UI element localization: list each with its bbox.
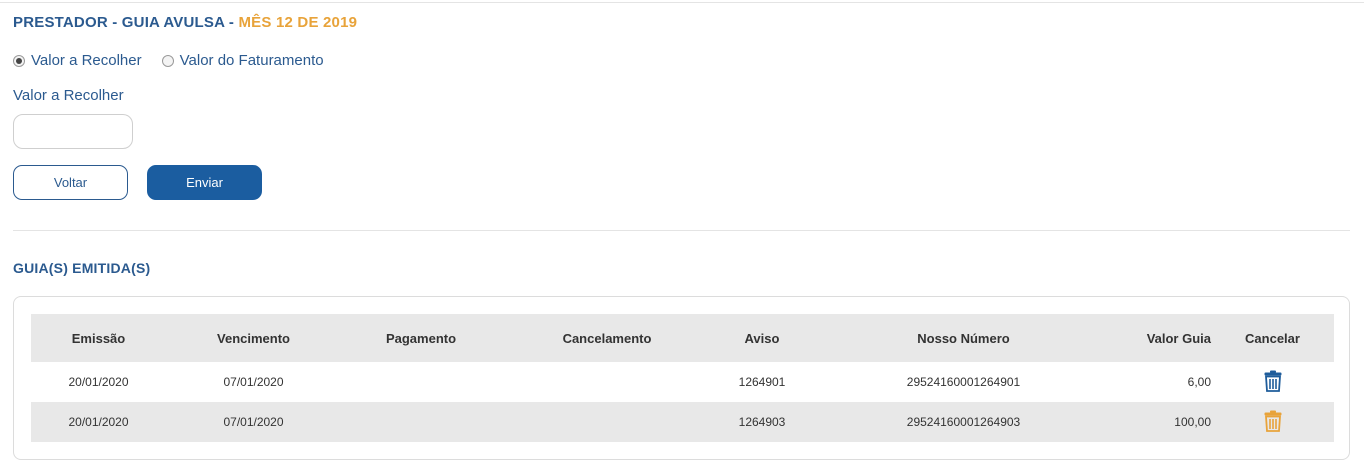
send-button[interactable]: Enviar: [147, 165, 262, 200]
cell-emissao: 20/01/2020: [68, 415, 129, 429]
radio-valor-a-recolher[interactable]: Valor a Recolher: [13, 52, 142, 69]
cell-pagamento: [341, 402, 501, 442]
valor-input[interactable]: [13, 114, 133, 149]
cell-nosso-numero: 29524160001264901: [906, 375, 1021, 389]
table-row: 20/01/2020 07/01/2020 1264901 2952416000…: [31, 362, 1334, 402]
valor-field-label: Valor a Recolher: [13, 87, 124, 104]
radio-valor-do-faturamento[interactable]: Valor do Faturamento: [161, 52, 324, 69]
cell-pagamento: [341, 362, 501, 402]
radio-button-checked[interactable]: [13, 54, 25, 67]
table-header-row: Emissão Vencimento Pagamento Cancelament…: [31, 314, 1334, 362]
trash-icon[interactable]: [1264, 370, 1282, 395]
section-divider: [13, 230, 1350, 231]
radio-label: Valor do Faturamento: [179, 52, 324, 69]
cell-nosso-numero: 29524160001264903: [906, 415, 1021, 429]
cell-vencimento: 07/01/2020: [223, 415, 284, 429]
cell-cancelar: [1211, 362, 1334, 402]
cell-valor-guia: 100,00: [1174, 415, 1211, 429]
cell-aviso: 1264903: [738, 415, 786, 429]
cell-valor-guia: 6,00: [1187, 375, 1211, 389]
cell-aviso: 1264901: [738, 375, 786, 389]
cell-cancelamento: [501, 362, 713, 402]
page-title: PRESTADOR - GUIA AVULSA - MÊS 12 DE 2019: [13, 14, 357, 31]
value-type-radio-group: Valor a Recolher Valor do Faturamento: [13, 52, 344, 69]
page-title-period: MÊS 12 DE 2019: [238, 14, 358, 31]
col-cancelamento: Cancelamento: [562, 330, 652, 346]
radio-button-unchecked[interactable]: [161, 54, 174, 67]
col-vencimento: Vencimento: [217, 330, 290, 346]
col-pagamento: Pagamento: [385, 330, 457, 346]
trash-icon[interactable]: [1264, 410, 1282, 435]
back-button[interactable]: Voltar: [13, 165, 128, 200]
radio-label: Valor a Recolher: [31, 52, 142, 69]
col-nosso-numero: Nosso Número: [917, 330, 1010, 346]
col-cancelar: Cancelar: [1245, 330, 1300, 346]
col-emissao: Emissão: [71, 330, 126, 346]
top-divider: [0, 2, 1364, 3]
col-aviso: Aviso: [744, 330, 780, 346]
issued-guides-card: Emissão Vencimento Pagamento Cancelament…: [13, 296, 1350, 460]
page-title-prefix: PRESTADOR - GUIA AVULSA -: [13, 14, 239, 31]
section-title: GUIA(S) EMITIDA(S): [13, 260, 151, 276]
issued-guides-table: Emissão Vencimento Pagamento Cancelament…: [31, 314, 1334, 442]
col-valor-guia: Valor Guia: [1146, 330, 1211, 346]
table-row: 20/01/2020 07/01/2020 1264903 2952416000…: [31, 402, 1334, 442]
cell-vencimento: 07/01/2020: [223, 375, 284, 389]
cell-cancelar: [1211, 402, 1334, 442]
cell-cancelamento: [501, 402, 713, 442]
cell-emissao: 20/01/2020: [68, 375, 129, 389]
